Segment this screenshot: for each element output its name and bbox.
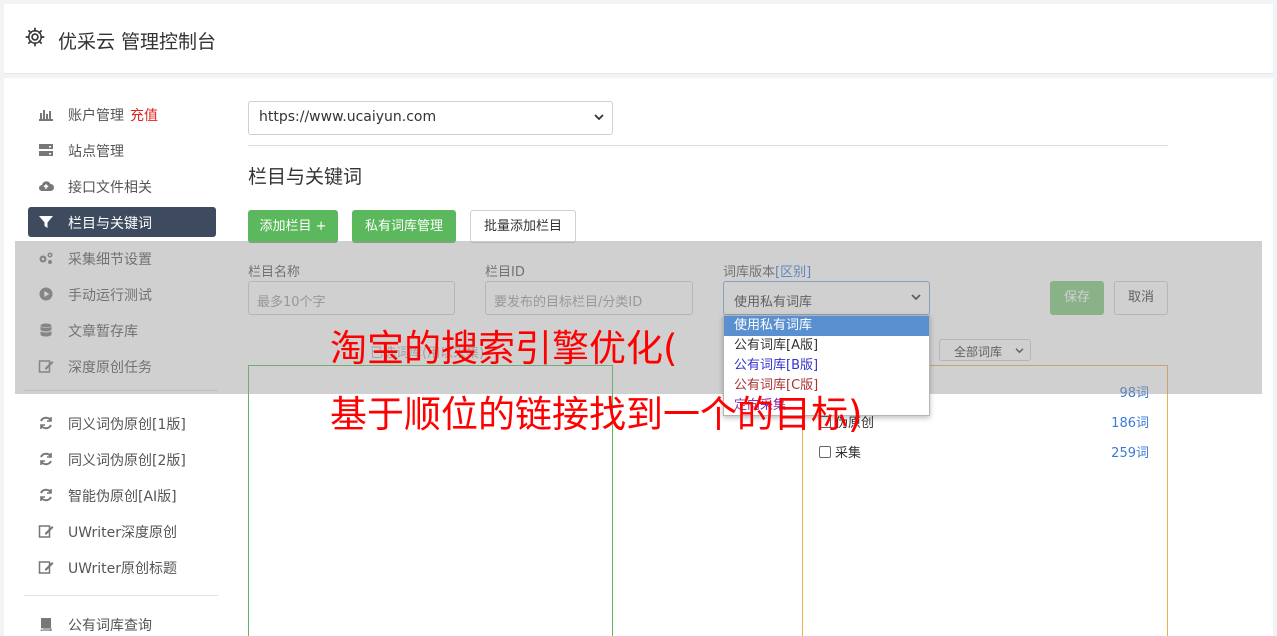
sidebar-item-api-files[interactable]: 接口文件相关 bbox=[28, 171, 216, 201]
list-item[interactable]: 采集 259词 bbox=[819, 442, 1149, 461]
checkbox[interactable] bbox=[819, 446, 831, 458]
sidebar-item-label: 账户管理 bbox=[68, 108, 124, 124]
sidebar-item-label: 同义词伪原创[2版] bbox=[68, 453, 186, 469]
private-lib-button[interactable]: 私有词库管理 bbox=[352, 210, 456, 243]
watermark-line-1: 淘宝的搜索引擎优化( bbox=[330, 327, 678, 370]
dropdown-option[interactable]: 公有词库[A版] bbox=[724, 336, 929, 356]
sidebar-divider bbox=[24, 595, 218, 596]
sidebar-item-synonym-v2[interactable]: 同义词伪原创[2版] bbox=[28, 444, 216, 474]
recharge-link[interactable]: 充值 bbox=[130, 108, 158, 124]
sidebar-item-uwriter-deep[interactable]: UWriter深度原创 bbox=[28, 516, 216, 546]
word-count: 259词 bbox=[1111, 446, 1149, 461]
cloud-upload-icon bbox=[39, 181, 54, 191]
sidebar-item-label: 站点管理 bbox=[68, 144, 124, 160]
sidebar-item-label: 公有词库查询 bbox=[68, 618, 152, 634]
sidebar-item-public-lib[interactable]: 公有词库查询 bbox=[28, 609, 216, 636]
sidebar-item-columns-keywords[interactable]: 栏目与关键词 bbox=[28, 207, 216, 237]
section-title: 栏目与关键词 bbox=[248, 166, 363, 188]
add-column-button[interactable]: 添加栏目 + bbox=[248, 210, 338, 243]
page-title: 优采云 管理控制台 bbox=[58, 31, 217, 53]
refresh-icon bbox=[40, 416, 52, 430]
edit-icon bbox=[38, 525, 54, 538]
sidebar-item-uwriter-title[interactable]: UWriter原创标题 bbox=[28, 552, 216, 582]
sidebar-item-synonym-v1[interactable]: 同义词伪原创[1版] bbox=[28, 408, 216, 438]
word-count: 186词 bbox=[1111, 416, 1149, 431]
sidebar-item-label: 智能伪原创[AI版] bbox=[68, 489, 177, 505]
sidebar-item-label: 同义词伪原创[1版] bbox=[68, 417, 186, 433]
top-bar: 优采云 管理控制台 bbox=[4, 4, 1273, 74]
batch-add-button[interactable]: 批量添加栏目 bbox=[470, 210, 576, 243]
refresh-icon bbox=[40, 452, 52, 466]
sidebar-item-account[interactable]: 账户管理 充值 bbox=[28, 99, 216, 129]
site-select[interactable]: https://www.ucaiyun.com bbox=[248, 101, 613, 135]
server-icon bbox=[39, 144, 53, 156]
filter-icon bbox=[39, 216, 53, 228]
dropdown-option[interactable]: 公有词库[B版] bbox=[724, 356, 929, 376]
dropdown-option[interactable]: 使用私有词库 bbox=[724, 316, 929, 336]
watermark-line-2: 基于顺位的链接找到一个的目标) bbox=[330, 393, 863, 436]
sidebar-item-label: UWriter原创标题 bbox=[68, 561, 177, 577]
sidebar-item-label: 栏目与关键词 bbox=[68, 216, 152, 232]
bar-chart-icon bbox=[39, 110, 53, 121]
sidebar-item-sites[interactable]: 站点管理 bbox=[28, 135, 216, 165]
sidebar-item-ai-original[interactable]: 智能伪原创[AI版] bbox=[28, 480, 216, 510]
sidebar-item-label: UWriter深度原创 bbox=[68, 525, 177, 541]
sidebar-item-label: 接口文件相关 bbox=[68, 180, 152, 196]
chevron-down-icon bbox=[594, 114, 604, 121]
book-icon bbox=[40, 618, 52, 631]
gear-icon bbox=[25, 27, 45, 47]
refresh-icon bbox=[40, 488, 52, 502]
divider bbox=[248, 145, 1168, 146]
edit-icon bbox=[38, 561, 54, 574]
